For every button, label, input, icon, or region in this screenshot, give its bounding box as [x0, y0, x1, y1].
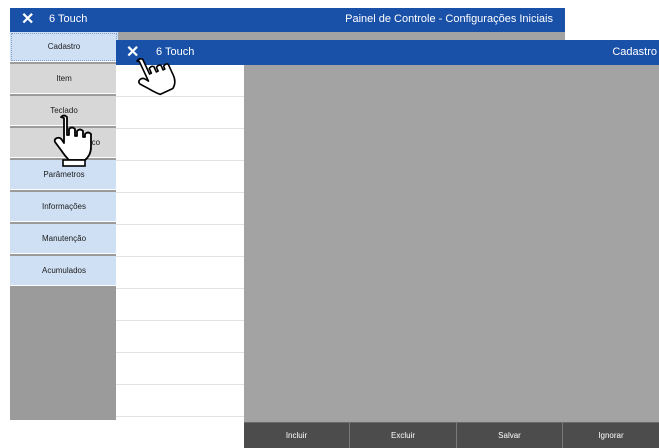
sidebar-item-cadastro[interactable]: Cadastro — [10, 32, 118, 62]
salvar-button[interactable]: Salvar — [457, 422, 563, 448]
window-title: Cadastro — [612, 46, 657, 58]
list-item[interactable] — [116, 385, 244, 417]
close-icon[interactable]: ✕ — [21, 10, 34, 30]
excluir-button[interactable]: Excluir — [350, 422, 457, 448]
list-item[interactable] — [116, 289, 244, 321]
sidebar-item-acumulados[interactable]: Acumulados — [10, 256, 118, 286]
cadastro-list — [116, 65, 244, 448]
app-name: 6 Touch — [49, 13, 88, 25]
cadastro-content-area — [244, 65, 659, 422]
sidebar-item-manutencao[interactable]: Manutenção — [10, 224, 118, 254]
settings-sidebar: Cadastro Item Teclado Numérico Parâmetro… — [10, 32, 118, 420]
action-toolbar: Incluir Excluir Salvar Ignorar — [244, 422, 659, 448]
list-item[interactable] — [116, 225, 244, 257]
cadastro-window: ✕ 6 Touch Cadastro Incluir Excluir Salva… — [116, 40, 659, 448]
list-item[interactable] — [116, 417, 244, 448]
ignorar-button[interactable]: Ignorar — [563, 422, 659, 448]
control-panel-titlebar: ✕ 6 Touch Painel de Controle - Configura… — [10, 8, 565, 32]
hand-pointer-icon — [136, 58, 176, 96]
list-item[interactable] — [116, 161, 244, 193]
list-item[interactable] — [116, 353, 244, 385]
screen: ✕ 6 Touch Painel de Controle - Configura… — [0, 0, 659, 448]
incluir-button[interactable]: Incluir — [244, 422, 350, 448]
list-item[interactable] — [116, 193, 244, 225]
hand-pointer-icon — [53, 114, 92, 167]
cadastro-titlebar: ✕ 6 Touch Cadastro — [116, 40, 659, 65]
list-item[interactable] — [116, 129, 244, 161]
window-title: Painel de Controle - Configurações Inici… — [345, 13, 553, 25]
sidebar-item-informacoes[interactable]: Informações — [10, 192, 118, 222]
sidebar-item-item[interactable]: Item — [10, 64, 118, 94]
list-item[interactable] — [116, 257, 244, 289]
list-item[interactable] — [116, 321, 244, 353]
